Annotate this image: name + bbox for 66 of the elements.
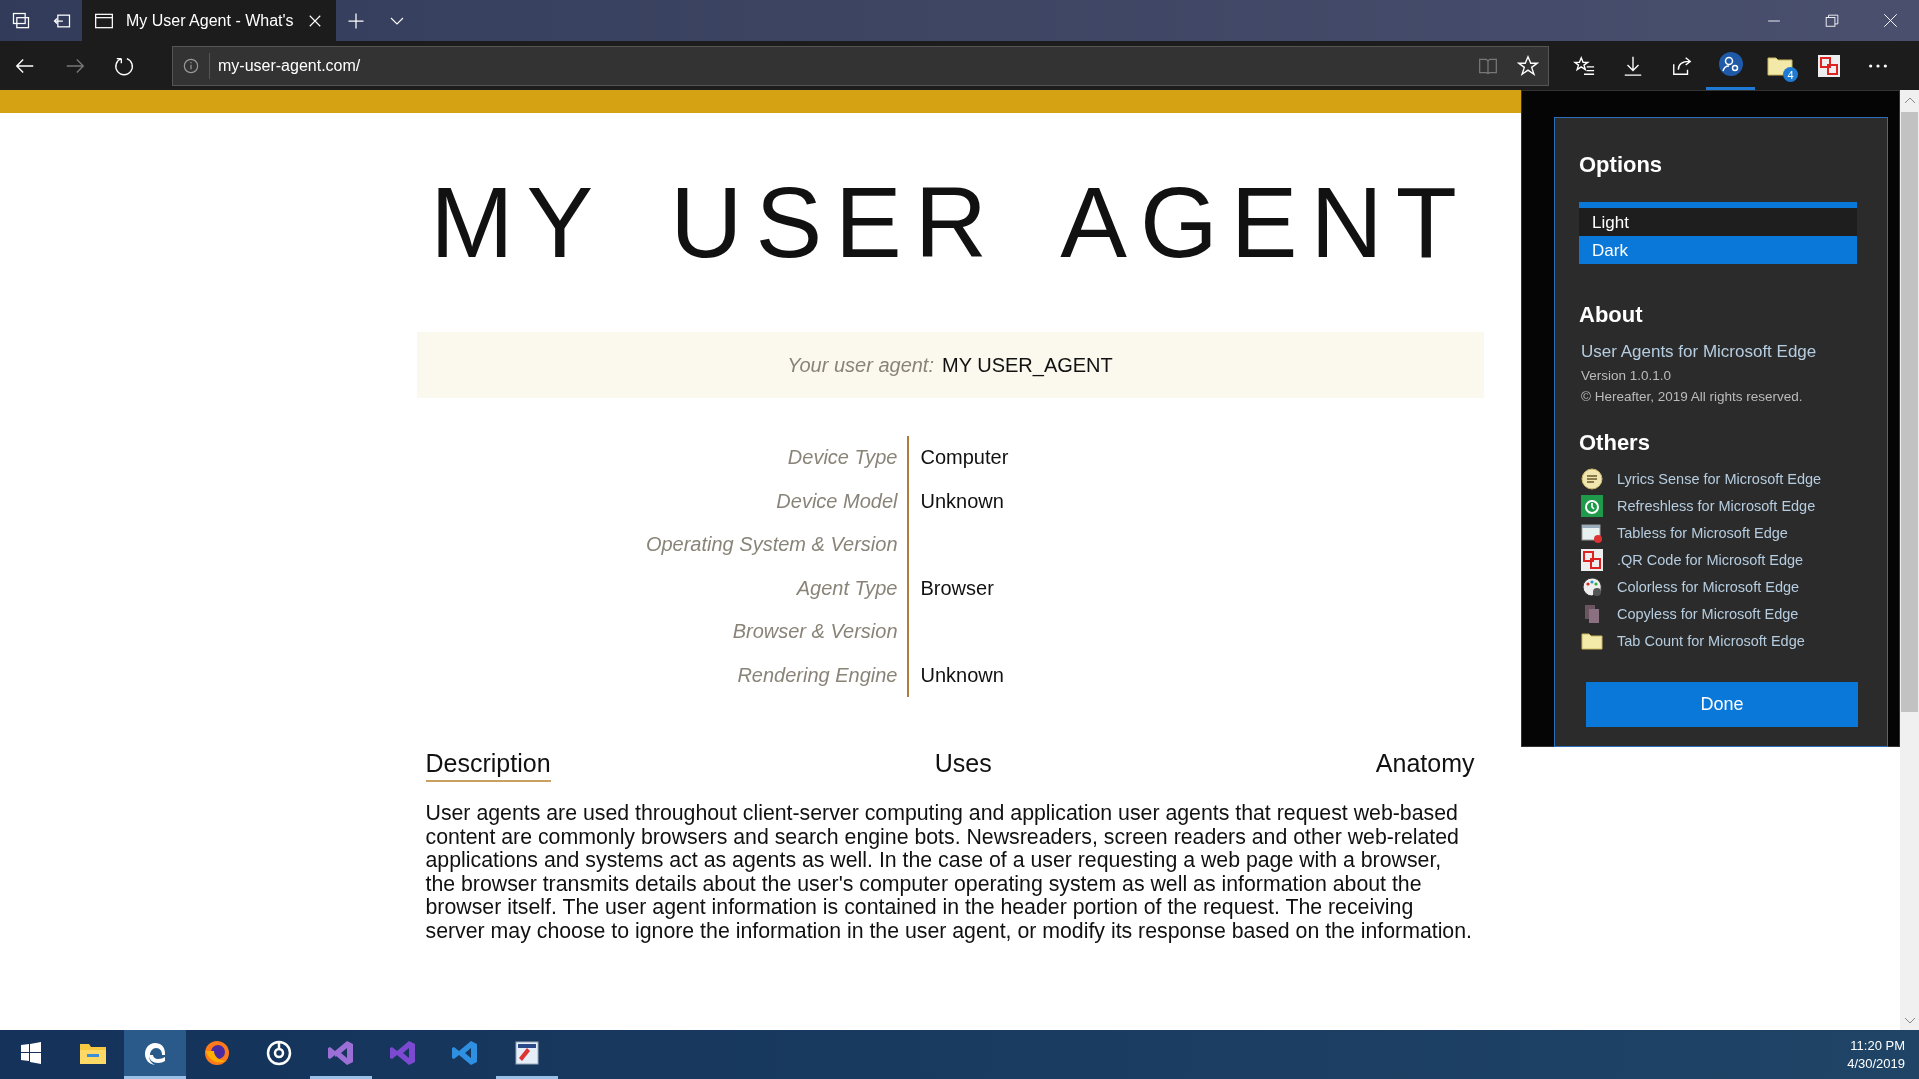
windows-icon[interactable]: [10, 10, 31, 31]
detail-label: Browser & Version: [732, 620, 898, 642]
description-text: User agents are used throughout client-server computing and application user agents that request web-based content are commonly browsers and search engine bots. Newsreaders, screen readers and other web-related applications and systems act as agents as well. In the case of a user requesting a web page with a browser, the browser transmits details about the user's computer operating system as well as information about the browser itself. The user agent information is contained in the header portion of the request. The receiving server may choose to ignore the information in the user agent, or modify its response based on the information.: [425, 802, 1473, 944]
star-list-icon[interactable]: [1572, 54, 1595, 77]
extension-link[interactable]: Tabless for Microsoft Edge: [1617, 525, 1788, 541]
version-text: Version 1.0.1.0: [1580, 368, 1673, 383]
app-name: User Agents for Microsoft Edge: [1580, 342, 1818, 362]
start-icon[interactable]: [20, 1042, 42, 1064]
detail-value: Browser: [920, 576, 994, 599]
folder-icon[interactable]: [79, 1041, 107, 1065]
user-agent-value: MY USER_AGENT: [942, 353, 1113, 377]
theme-option[interactable]: Dark: [1579, 236, 1857, 264]
qr-icon: [1581, 549, 1603, 571]
window-icon: [1581, 522, 1603, 544]
palette-icon: [1581, 576, 1603, 598]
section-tab[interactable]: Uses: [934, 749, 992, 782]
detail-label: Device Type: [787, 446, 898, 468]
qr-icon: [1817, 54, 1840, 77]
browser-tab[interactable]: My User Agent - What's: [82, 0, 336, 41]
extension-link[interactable]: .QR Code for Microsoft Edge: [1617, 552, 1804, 568]
ribbon-icon[interactable]: [451, 1039, 479, 1067]
count-badge: 4: [1783, 67, 1798, 82]
detail-value: Unknown: [920, 489, 1004, 512]
target-icon[interactable]: [265, 1039, 293, 1067]
options-heading: Options: [1579, 152, 1664, 178]
section-tab[interactable]: Anatomy: [1375, 749, 1475, 782]
about-heading: About: [1579, 302, 1644, 328]
detail-label: Rendering Engine: [737, 663, 898, 686]
star-icon[interactable]: [1517, 54, 1539, 77]
extension-link[interactable]: Lyrics Sense for Microsoft Edge: [1617, 471, 1822, 487]
detail-value: Unknown: [920, 663, 1004, 686]
restore-icon[interactable]: [1825, 13, 1839, 28]
folder-icon[interactable]: [1766, 54, 1793, 77]
theme-option[interactable]: Light: [1579, 208, 1857, 236]
refresh-icon: [1581, 495, 1603, 517]
others-heading: Others: [1579, 430, 1651, 456]
folder-icon: [1581, 630, 1603, 652]
info-icon[interactable]: [183, 57, 199, 74]
ribbon-icon[interactable]: [327, 1039, 355, 1067]
clock-date: 4/30/2019: [1847, 1056, 1905, 1071]
taskbar-app[interactable]: [124, 1030, 186, 1079]
scroll-down-icon[interactable]: [1903, 1016, 1916, 1025]
tab-title: My User Agent - What's: [126, 11, 294, 30]
page-title: MY USER AGENT: [430, 165, 1470, 280]
detail-label: Operating System & Version: [645, 533, 898, 555]
scroll-up-icon[interactable]: [1903, 95, 1916, 104]
fox-icon[interactable]: [203, 1039, 231, 1067]
notes-icon: [1581, 468, 1603, 490]
paint-icon[interactable]: [514, 1040, 540, 1066]
section-tab[interactable]: Description: [425, 749, 551, 782]
done-button[interactable]: Done: [1586, 682, 1858, 727]
user-gear-icon[interactable]: [1718, 52, 1743, 76]
extension-link[interactable]: Colorless for Microsoft Edge: [1617, 579, 1800, 595]
detail-label: Device Model: [776, 489, 898, 512]
extension-link[interactable]: Tab Count for Microsoft Edge: [1617, 633, 1805, 649]
detail-label: Agent Type: [796, 576, 898, 599]
extension-button[interactable]: 4: [1755, 41, 1804, 90]
scrollbar[interactable]: [1900, 90, 1919, 1030]
clock-time: 11:20 PM: [1850, 1038, 1905, 1053]
theme-list[interactable]: Light Dark: [1579, 202, 1857, 264]
extension-link[interactable]: Refreshless for Microsoft Edge: [1617, 498, 1816, 514]
user-agent-label: Your user agent:: [787, 353, 934, 377]
extension-link[interactable]: Copyless for Microsoft Edge: [1617, 606, 1799, 622]
copyright-text: © Hereafter, 2019 All rights reserved.: [1580, 389, 1804, 404]
detail-value: Computer: [920, 446, 1009, 468]
close-icon[interactable]: [1882, 13, 1898, 28]
